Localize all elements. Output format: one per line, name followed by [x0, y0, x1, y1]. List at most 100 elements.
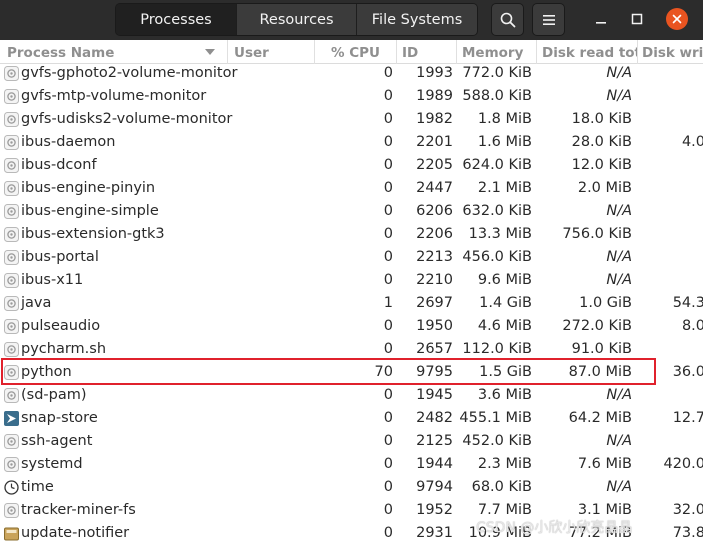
disk-read-value: N/A — [606, 65, 632, 81]
tab-file-systems[interactable]: File Systems — [357, 4, 477, 35]
gear-icon — [4, 181, 19, 196]
column-user[interactable]: User — [227, 40, 314, 64]
table-row[interactable]: systemd 0 1944 2.3 MiB 7.6 MiB 420.0 — [0, 453, 703, 476]
pid-value: 2447 — [416, 180, 453, 196]
disk-write-value — [637, 200, 703, 223]
column-header: Process Name User % CPU ID Memory Disk r… — [0, 40, 703, 64]
table-row[interactable]: gvfs-gphoto2-volume-monitor 0 1993 772.0 Ki… — [0, 62, 703, 85]
table-row[interactable]: time 0 9794 68.0 KiB N/A — [0, 476, 703, 499]
table-row[interactable]: ibus-extension-gtk3 0 2206 13.3 MiB 756.0 Ki… — [0, 223, 703, 246]
cpu-value: 0 — [383, 180, 393, 196]
tab-processes[interactable]: Processes — [116, 4, 237, 35]
process-name: ibus-x11 — [21, 272, 84, 288]
table-row[interactable]: gvfs-udisks2-volume-monitor 0 1982 1.8 MiB 1… — [0, 108, 703, 131]
table-row[interactable]: pycharm.sh 0 2657 112.0 KiB 91.0 KiB — [0, 338, 703, 361]
cpu-value: 0 — [383, 387, 393, 403]
pid-value: 2206 — [416, 226, 453, 242]
disk-write-value — [637, 430, 703, 453]
process-name: gvfs-mtp-volume-monitor — [21, 88, 207, 104]
table-row-python[interactable]: python 70 9795 1.5 GiB 87.0 MiB 36.0 — [0, 361, 703, 384]
maximize-button[interactable] — [626, 8, 648, 30]
pid-value: 2657 — [416, 341, 453, 357]
menu-button[interactable] — [532, 3, 565, 36]
process-name: systemd — [21, 456, 83, 472]
disk-write-value — [637, 85, 703, 108]
disk-write-value: 32.0 — [672, 502, 703, 518]
table-row[interactable]: snap-store 0 2482 455.1 MiB 64.2 MiB 12.7 — [0, 407, 703, 430]
memory-value: 456.0 KiB — [462, 249, 532, 265]
table-row[interactable]: ibus-dconf 0 2205 624.0 KiB 12.0 KiB — [0, 154, 703, 177]
memory-value: 624.0 KiB — [462, 157, 532, 173]
memory-value: 4.6 MiB — [477, 318, 532, 334]
gear-icon — [4, 434, 19, 449]
cpu-value: 0 — [383, 134, 393, 150]
cpu-value: 0 — [383, 272, 393, 288]
table-row[interactable]: ibus-daemon 0 2201 1.6 MiB 28.0 KiB 4.0 — [0, 131, 703, 154]
process-name: pulseaudio — [21, 318, 101, 334]
memory-value: 1.6 MiB — [477, 134, 532, 150]
table-row[interactable]: ssh-agent 0 2125 452.0 KiB N/A — [0, 430, 703, 453]
gear-icon — [4, 89, 19, 104]
table-row[interactable]: gvfs-mtp-volume-monitor 0 1989 588.0 KiB N/A — [0, 85, 703, 108]
sort-descending-icon — [205, 49, 215, 55]
process-list: gvfs-gphoto2-volume-monitor 0 1993 772.0 Ki… — [0, 62, 703, 547]
memory-value: 9.6 MiB — [477, 272, 532, 288]
gear-icon — [4, 112, 19, 127]
column-process-name[interactable]: Process Name — [0, 40, 227, 64]
gear-icon — [4, 457, 19, 472]
gear-icon — [4, 158, 19, 173]
memory-value: 632.0 KiB — [462, 203, 532, 219]
pid-value: 1982 — [416, 111, 453, 127]
pid-value: 1993 — [416, 65, 453, 81]
process-name: pycharm.sh — [21, 341, 107, 357]
table-row[interactable]: ibus-portal 0 2213 456.0 KiB N/A — [0, 246, 703, 269]
process-name: time — [21, 479, 54, 495]
close-button[interactable] — [666, 8, 688, 30]
table-row[interactable]: (sd-pam) 0 1945 3.6 MiB N/A — [0, 384, 703, 407]
table-row[interactable]: ibus-engine-pinyin 0 2447 2.1 MiB 2.0 MiB — [0, 177, 703, 200]
disk-read-value: 756.0 KiB — [562, 226, 632, 242]
cpu-value: 0 — [383, 525, 393, 541]
process-name: tracker-miner-fs — [21, 502, 136, 518]
disk-read-value: 91.0 KiB — [571, 341, 632, 357]
disk-write-value — [637, 108, 703, 131]
cpu-value: 0 — [383, 318, 393, 334]
column-id[interactable]: ID — [396, 40, 456, 64]
disk-write-value — [637, 269, 703, 292]
search-button[interactable] — [491, 3, 524, 36]
pid-value: 2697 — [416, 295, 453, 311]
column-cpu[interactable]: % CPU — [314, 40, 396, 64]
gear-icon — [4, 204, 19, 219]
maximize-icon — [631, 13, 643, 25]
cpu-value: 0 — [383, 341, 393, 357]
column-memory[interactable]: Memory — [456, 40, 536, 64]
gear-icon — [4, 250, 19, 265]
table-row[interactable]: pulseaudio 0 1950 4.6 MiB 272.0 KiB 8.0 — [0, 315, 703, 338]
tab-resources[interactable]: Resources — [237, 4, 357, 35]
pid-value: 2201 — [416, 134, 453, 150]
cpu-value: 0 — [383, 433, 393, 449]
clock-icon — [4, 480, 19, 495]
disk-write-value — [637, 246, 703, 269]
column-disk-write[interactable]: Disk writ — [637, 40, 703, 64]
pid-value: 2482 — [416, 410, 453, 426]
process-name: gvfs-udisks2-volume-monitor — [21, 111, 233, 127]
disk-read-value: N/A — [606, 387, 632, 403]
disk-read-value: 87.0 MiB — [568, 364, 632, 380]
gear-icon — [4, 388, 19, 403]
process-name: ibus-extension-gtk3 — [21, 226, 165, 242]
disk-read-value: N/A — [606, 249, 632, 265]
table-row[interactable]: java 1 2697 1.4 GiB 1.0 GiB 54.3 — [0, 292, 703, 315]
cpu-value: 0 — [383, 502, 393, 518]
disk-read-value: 2.0 MiB — [577, 180, 632, 196]
disk-write-value: 36.0 — [672, 364, 703, 380]
disk-read-value: 12.0 KiB — [571, 157, 632, 173]
minimize-button[interactable] — [590, 8, 612, 30]
pid-value: 2205 — [416, 157, 453, 173]
column-disk-read[interactable]: Disk read tota — [536, 40, 637, 64]
disk-read-value: N/A — [606, 433, 632, 449]
gear-icon — [4, 296, 19, 311]
cpu-value: 0 — [383, 456, 393, 472]
table-row[interactable]: ibus-x11 0 2210 9.6 MiB N/A — [0, 269, 703, 292]
table-row[interactable]: ibus-engine-simple 0 6206 632.0 KiB N/A — [0, 200, 703, 223]
